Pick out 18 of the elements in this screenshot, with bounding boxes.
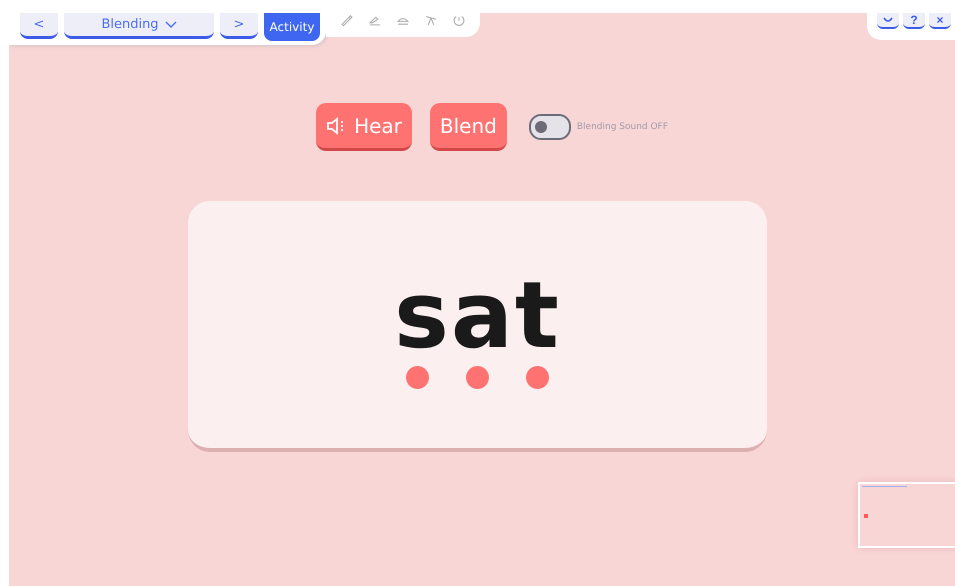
next-button[interactable]: > [220,13,258,39]
previous-button[interactable]: < [20,13,58,39]
smile-icon [883,16,893,24]
smile-button[interactable] [877,13,899,29]
sound-dot[interactable] [526,366,549,389]
blending-sound-toggle[interactable] [528,114,571,140]
minimap-thumbnail[interactable] [858,482,955,548]
sound-dot[interactable] [466,366,489,389]
hear-button[interactable]: Hear [316,103,412,151]
word: sat [394,270,561,362]
help-button[interactable]: ? [903,13,925,29]
sound-dot[interactable] [406,366,429,389]
close-button[interactable]: × [929,13,951,29]
blend-button[interactable]: Blend [430,103,507,151]
chevron-down-icon [164,20,177,28]
activity-button[interactable]: Activity [264,13,320,41]
toggle-label: Blending Sound OFF [576,122,668,132]
lesson-dropdown[interactable]: Blending [64,13,214,39]
